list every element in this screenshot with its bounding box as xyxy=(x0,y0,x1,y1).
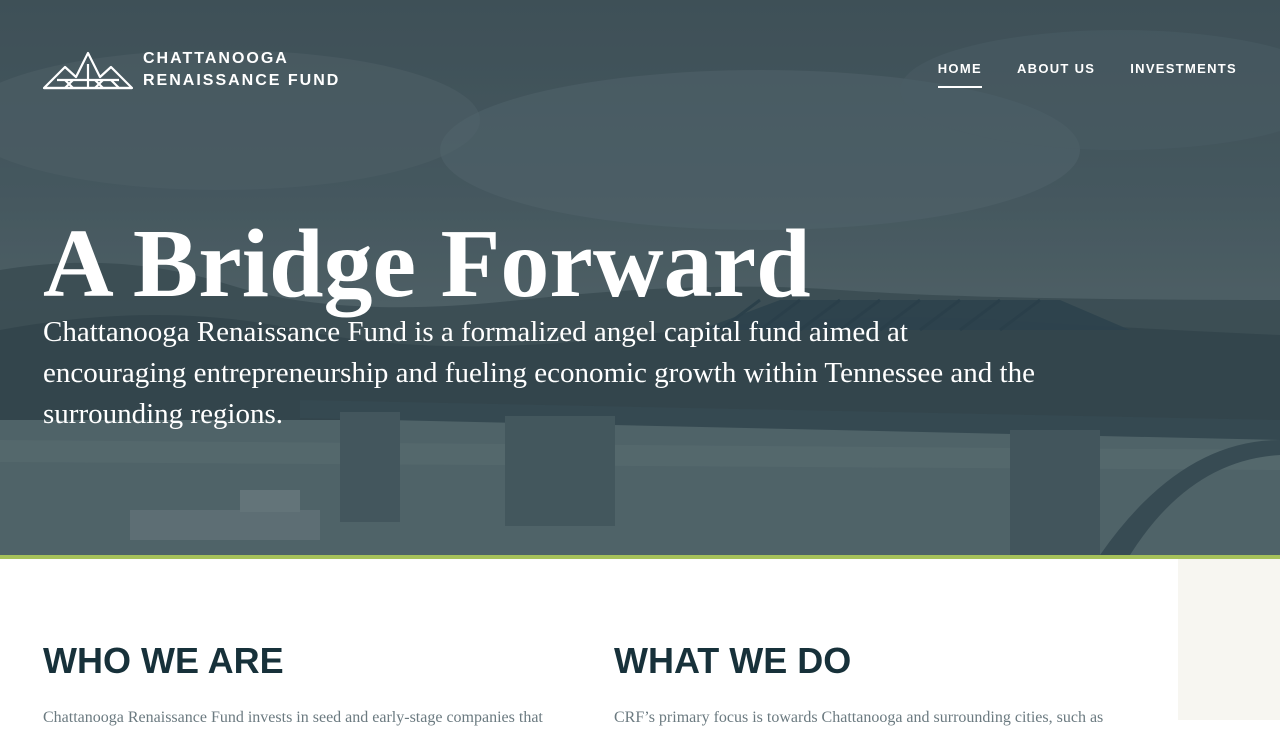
what-we-do-section: WHAT WE DO CRF’s primary focus is toward… xyxy=(614,640,1124,732)
hero-accent-line xyxy=(0,555,1280,559)
mountains-bridge-icon xyxy=(43,51,133,90)
site-name-line-1: CHATTANOOGA xyxy=(143,50,289,67)
hero-title: A Bridge Forward xyxy=(43,210,811,318)
site-logo[interactable]: CHATTANOOGA RENAISSANCE FUND xyxy=(43,48,340,92)
who-we-are-section: WHO WE ARE Chattanooga Renaissance Fund … xyxy=(43,640,563,732)
site-name: CHATTANOOGA RENAISSANCE FUND xyxy=(143,48,340,92)
who-we-are-text: Chattanooga Renaissance Fund invests in … xyxy=(43,709,543,726)
what-we-do-heading: WHAT WE DO xyxy=(614,640,852,681)
hero-description: Chattanooga Renaissance Fund is a formal… xyxy=(43,316,1035,430)
who-we-are-heading: WHO WE ARE xyxy=(43,640,284,681)
side-panel xyxy=(1178,559,1280,720)
nav-about-us[interactable]: ABOUT US xyxy=(1017,61,1095,88)
nav-investments[interactable]: INVESTMENTS xyxy=(1130,61,1237,88)
site-name-line-2: RENAISSANCE FUND xyxy=(143,72,341,89)
nav-home[interactable]: HOME xyxy=(937,61,982,88)
main-nav: HOME ABOUT US INVESTMENTS xyxy=(903,61,1237,88)
what-we-do-text: CRF’s primary focus is towards Chattanoo… xyxy=(614,709,1104,726)
